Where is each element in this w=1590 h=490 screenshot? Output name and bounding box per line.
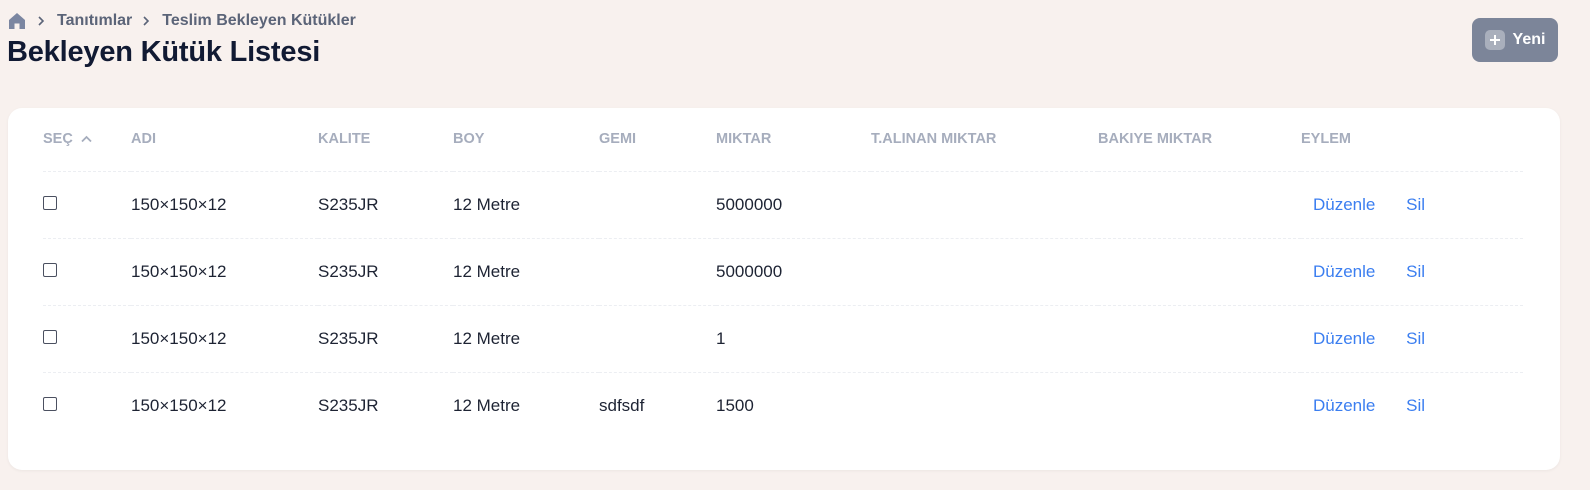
cell-miktar: 1 [716,305,871,373]
cell-t-alinan-miktar [871,305,1098,373]
cell-gemi [599,305,716,373]
column-header-t-alinan-miktar[interactable]: T.ALINAN MIKTAR [871,108,1098,172]
cell-kalite: S235JR [318,238,453,306]
cell-bakiye-miktar [1098,372,1301,439]
edit-link[interactable]: Düzenle [1313,396,1375,415]
cell-bakiye-miktar [1098,171,1301,239]
cell-boy: 12 Metre [453,171,599,239]
table-row: 150×150×12 S235JR 12 Metre sdfsdf 1500 D… [43,372,1523,439]
cell-boy: 12 Metre [453,238,599,306]
cell-t-alinan-miktar [871,238,1098,306]
cell-boy: 12 Metre [453,305,599,373]
cell-eylem: Düzenle Sil [1301,171,1523,239]
cell-eylem: Düzenle Sil [1301,305,1523,373]
cell-kalite: S235JR [318,395,379,415]
page-title: Bekleyen Kütük Listesi [7,36,321,68]
column-header-adi[interactable]: ADI [131,108,318,172]
delete-link[interactable]: Sil [1406,396,1425,415]
column-header-gemi[interactable]: GEMI [599,108,716,172]
row-select-checkbox[interactable] [43,262,57,277]
cell-eylem: Düzenle Sil [1301,372,1523,439]
cell-bakiye-miktar [1098,305,1301,373]
chevron-up-icon [81,135,92,143]
cell-adi: 150×150×12 [131,305,318,373]
edit-link[interactable]: Düzenle [1313,329,1375,348]
cell-kalite: S235JR [318,171,453,239]
chevron-right-icon [142,16,152,26]
home-icon[interactable] [7,11,27,31]
cell-adi: 150×150×12 [131,238,318,306]
cell-t-alinan-miktar [871,372,1098,439]
breadcrumb-item-teslim-bekleyen-kutukler[interactable]: Teslim Bekleyen Kütükler [162,12,356,30]
column-header-label: SEÇ [43,131,73,148]
cell-boy: 12 Metre [453,395,521,415]
table-card: SEÇ ADI KALITE BOY GEMI MIKTAR T.ALINAN … [8,108,1560,470]
cell-adi: 150×150×12 [131,395,227,415]
data-table: SEÇ ADI KALITE BOY GEMI MIKTAR T.ALINAN … [43,108,1523,439]
cell-adi: 150×150×12 [131,171,318,239]
page: Tanıtımlar Teslim Bekleyen Kütükler Bekl… [0,0,1590,490]
edit-link[interactable]: Düzenle [1313,195,1375,214]
table-row: 150×150×12 S235JR 12 Metre 1 Düzenle Sil [43,305,1523,373]
cell-gemi: sdfsdf [599,395,645,415]
cell-miktar: 1500 [716,395,754,415]
cell-gemi [599,238,716,306]
column-header-sec[interactable]: SEÇ [43,108,131,172]
new-button-label: Yeni [1512,31,1546,48]
row-select-checkbox[interactable] [43,396,57,411]
delete-link[interactable]: Sil [1406,262,1425,281]
column-header-bakiye-miktar[interactable]: BAKIYE MIKTAR [1098,108,1301,172]
cell-eylem: Düzenle Sil [1301,238,1523,306]
delete-link[interactable]: Sil [1406,329,1425,348]
row-select-checkbox[interactable] [43,329,57,344]
column-header-eylem: EYLEM [1301,108,1523,172]
cell-kalite: S235JR [318,305,453,373]
cell-bakiye-miktar [1098,238,1301,306]
row-select-checkbox[interactable] [43,195,57,210]
column-header-miktar[interactable]: MIKTAR [716,108,871,172]
table-header-row: SEÇ ADI KALITE BOY GEMI MIKTAR T.ALINAN … [43,108,1523,172]
cell-gemi [599,171,716,239]
column-header-kalite[interactable]: KALITE [318,108,453,172]
chevron-right-icon [37,16,47,26]
new-button[interactable]: Yeni [1472,18,1558,62]
breadcrumb-item-tanitimlar[interactable]: Tanıtımlar [57,12,132,30]
table-row: 150×150×12 S235JR 12 Metre 5000000 Düzen… [43,171,1523,239]
breadcrumb: Tanıtımlar Teslim Bekleyen Kütükler [7,11,356,31]
delete-link[interactable]: Sil [1406,195,1425,214]
plus-icon [1484,30,1505,50]
cell-miktar: 5000000 [716,238,871,306]
cell-t-alinan-miktar [871,171,1098,239]
edit-link[interactable]: Düzenle [1313,262,1375,281]
cell-miktar: 5000000 [716,171,871,239]
table-row: 150×150×12 S235JR 12 Metre 5000000 Düzen… [43,238,1523,306]
column-header-boy[interactable]: BOY [453,108,599,172]
